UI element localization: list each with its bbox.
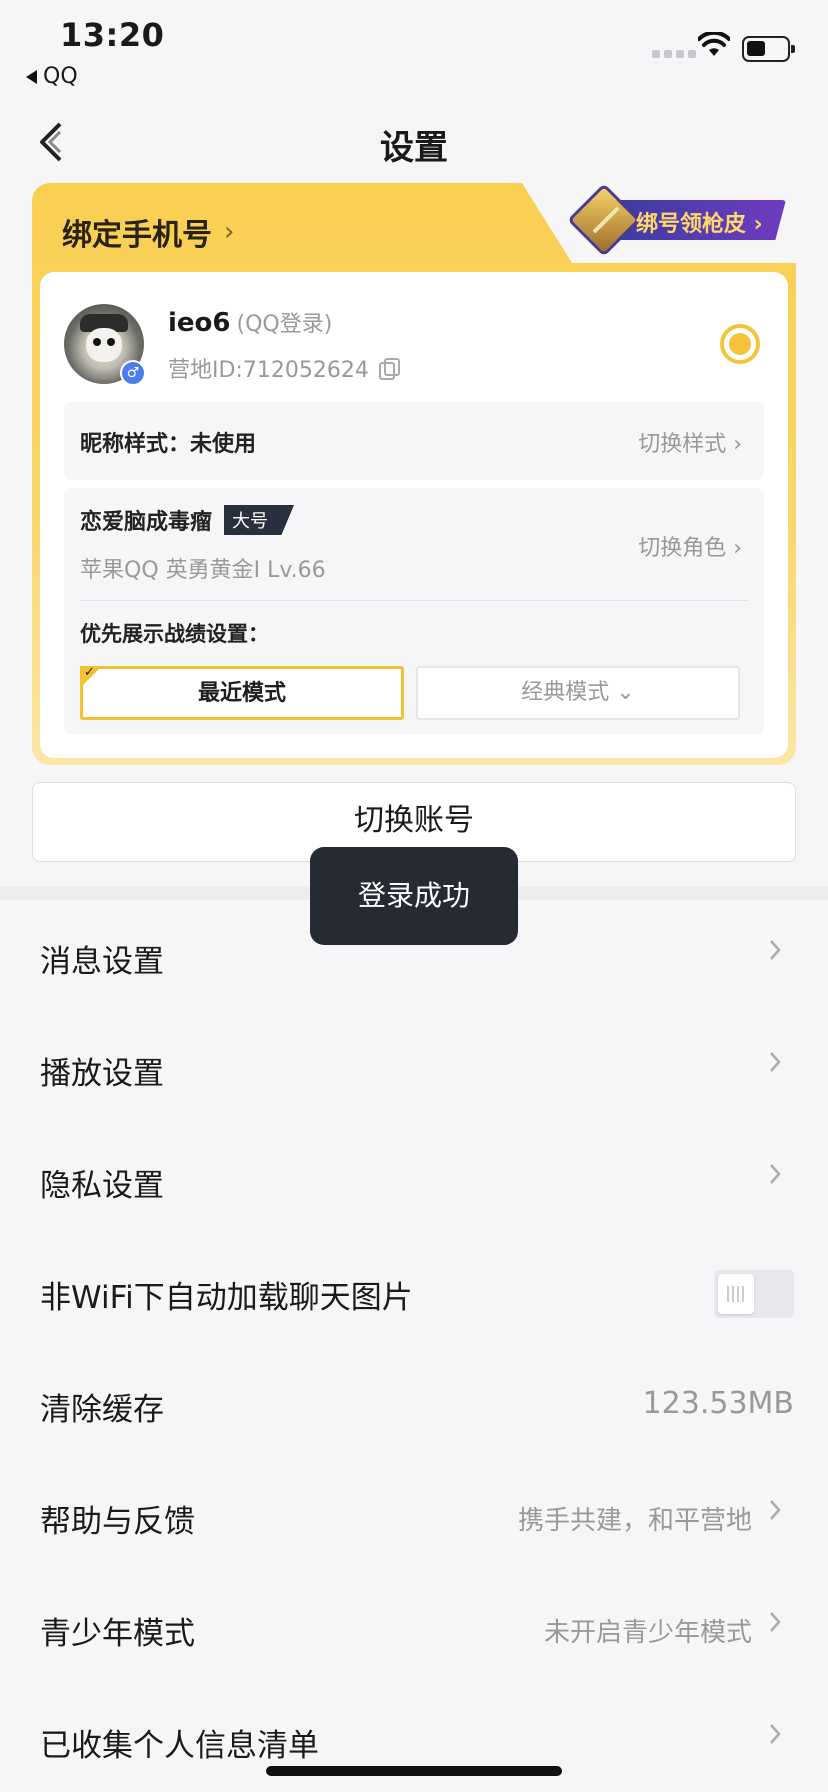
cache-size: 123.53MB <box>642 1386 794 1421</box>
switch-role-link[interactable]: 切换角色 › <box>638 530 742 562</box>
back-to-app-link[interactable]: QQ <box>26 64 78 89</box>
copy-icon[interactable] <box>378 358 400 380</box>
classic-mode-dropdown[interactable]: 经典模式 ⌄ <box>416 666 740 720</box>
settings-item-teen-mode[interactable]: 青少年模式 未开启青少年模式 <box>0 1572 828 1684</box>
check-icon: ✓ <box>84 665 95 680</box>
role-name: 恋爱脑成毒瘤 大号 <box>80 504 295 536</box>
chevron-right-icon <box>770 940 781 960</box>
divider <box>80 600 748 601</box>
page-title: 设置 <box>380 128 448 168</box>
recent-mode-button[interactable]: ✓ 最近模式 <box>80 665 404 720</box>
nickname-style-label: 昵称样式：未使用 <box>80 432 257 457</box>
back-triangle-icon <box>26 69 37 84</box>
promo-label: 绑号领枪皮 › <box>636 212 763 237</box>
nav-bar: 设置 <box>0 100 828 184</box>
status-bar: 13:20 QQ <box>0 0 828 100</box>
chevron-right-icon <box>770 1724 781 1744</box>
nickname-style-row[interactable]: 昵称样式：未使用 切换样式 › <box>64 402 764 480</box>
male-gender-icon: ♂ <box>120 360 146 386</box>
promo-banner[interactable]: 绑号领枪皮 › <box>567 183 786 257</box>
record-display-pref-label: 优先展示战绩设置： <box>80 622 269 646</box>
back-app-label: QQ <box>43 64 78 89</box>
bind-phone-label: 绑定手机号 <box>62 218 212 253</box>
bind-phone-link[interactable]: 绑定手机号 › <box>62 210 234 254</box>
role-row: 恋爱脑成毒瘤 大号 苹果QQ 英勇黄金I Lv.66 切换角色 › 优先展示战绩… <box>64 488 764 734</box>
home-indicator[interactable] <box>266 1766 562 1776</box>
login-success-toast: 登录成功 <box>310 847 518 945</box>
settings-item-clear-cache[interactable]: 清除缓存 123.53MB <box>0 1348 828 1460</box>
settings-item-privacy[interactable]: 隐私设置 <box>0 1124 828 1236</box>
selected-account-radio[interactable] <box>720 324 760 364</box>
settings-item-auto-load-images: 非WiFi下自动加载聊天图片 <box>0 1236 828 1348</box>
status-time: 13:20 <box>60 16 165 54</box>
chevron-right-icon <box>770 1052 781 1072</box>
help-feedback-hint: 携手共建，和平营地 <box>517 1506 752 1536</box>
username: ieo6 (QQ登录) <box>168 308 333 338</box>
login-type: (QQ登录) <box>236 312 333 337</box>
chevron-down-icon: ⌄ <box>616 680 635 705</box>
main-account-badge: 大号 <box>224 505 295 535</box>
settings-item-playback[interactable]: 播放设置 <box>0 1012 828 1124</box>
chevron-right-icon <box>770 1164 781 1184</box>
settings-item-help-feedback[interactable]: 帮助与反馈 携手共建，和平营地 <box>0 1460 828 1572</box>
role-info: 苹果QQ 英勇黄金I Lv.66 <box>80 558 326 583</box>
camp-id: 营地ID:712052624 <box>168 352 400 384</box>
wifi-icon <box>698 32 730 56</box>
chevron-right-icon: › <box>224 217 235 247</box>
auto-load-images-toggle[interactable] <box>714 1270 794 1318</box>
battery-icon <box>742 36 795 62</box>
settings-list: 消息设置 播放设置 隐私设置 非WiFi下自动加载聊天图片 清除缓存 123.5… <box>0 900 828 1792</box>
signal-icon <box>652 50 696 58</box>
chevron-right-icon <box>770 1612 781 1632</box>
chevron-right-icon <box>770 1500 781 1520</box>
teen-mode-status: 未开启青少年模式 <box>543 1618 752 1648</box>
switch-style-link[interactable]: 切换样式 › <box>638 426 742 458</box>
